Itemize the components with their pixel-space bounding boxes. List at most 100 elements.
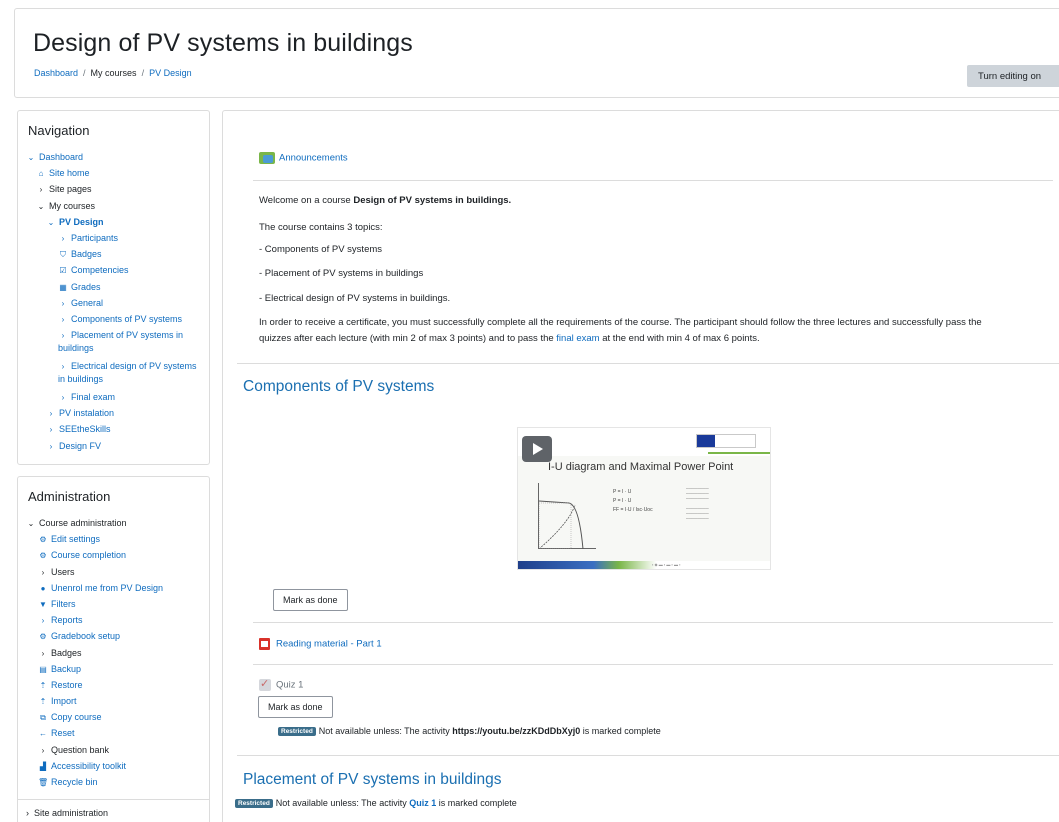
reading-material-activity[interactable]: Reading material - Part 1 xyxy=(259,638,382,650)
quiz-icon xyxy=(259,677,271,691)
gear-icon: ⚙ xyxy=(39,632,47,642)
chevron-right-icon: › xyxy=(39,185,43,195)
chevron-right-icon: › xyxy=(61,362,65,372)
iu-graph-icon xyxy=(538,483,596,549)
breadcrumb-pv-design[interactable]: PV Design xyxy=(149,68,192,78)
section-title-components[interactable]: Components of PV systems xyxy=(243,378,434,396)
divider xyxy=(237,755,1059,756)
turn-editing-on-button[interactable]: Turn editing on xyxy=(967,65,1059,87)
admin-course-completion[interactable]: ⚙ Course completion xyxy=(26,547,203,563)
admin-copy-course[interactable]: ⧉ Copy course xyxy=(26,709,203,725)
restricted-badge: Restricted xyxy=(278,727,316,737)
equations-icon: P = I · UP = I · U FF = I·U / Isc·Uoc xyxy=(613,489,653,513)
nav-dashboard[interactable]: ⌄ Dashboard xyxy=(26,149,203,165)
reading-material-link[interactable]: Reading material - Part 1 xyxy=(276,639,382,650)
summary-topic-3: - Electrical design of PV systems in bui… xyxy=(259,293,451,304)
page-header: Design of PV systems in buildings Dashbo… xyxy=(14,8,1059,98)
admin-users[interactable]: › Users xyxy=(26,564,203,580)
divider xyxy=(253,622,1053,623)
final-exam-link[interactable]: final exam xyxy=(556,333,599,344)
nav-my-courses[interactable]: ⌄ My courses xyxy=(26,198,203,214)
summary-topic-2: - Placement of PV systems in buildings xyxy=(259,268,424,279)
chevron-down-icon: ⌄ xyxy=(37,201,45,211)
navigation-block: Navigation ⌄ Dashboard ⌂ Site home › Site p… xyxy=(17,110,210,465)
pdf-icon xyxy=(259,638,270,650)
admin-recycle-bin[interactable]: 🗑 Recycle bin xyxy=(26,774,203,790)
nav-site-pages[interactable]: › Site pages xyxy=(26,181,203,197)
divider xyxy=(237,363,1059,364)
breadcrumb-dashboard[interactable]: Dashboard xyxy=(34,68,78,78)
summary-topic-1: - Components of PV systems xyxy=(259,244,383,255)
nav-pv-instalation[interactable]: › PV instalation xyxy=(26,405,203,421)
nav-grades[interactable]: ▦ Grades xyxy=(26,279,203,295)
chevron-right-icon: › xyxy=(26,808,29,818)
partner-logos-icon: ▪ ◆ ▬ ▪ ▬ ▪ ▬ ▪ xyxy=(652,562,681,567)
section-restriction: Restricted Not available unless: The acti… xyxy=(235,798,517,809)
course-content: Announcements Welcome on a course Design… xyxy=(222,110,1059,822)
upload-icon: ⇡ xyxy=(39,697,47,707)
admin-reset[interactable]: ← Reset xyxy=(26,725,203,741)
admin-filters[interactable]: ▼ Filters xyxy=(26,596,203,612)
nav-pv-design[interactable]: ⌄ PV Design xyxy=(26,214,203,230)
video-player[interactable]: I-U diagram and Maximal Power Point P = … xyxy=(517,427,771,570)
nav-competencies[interactable]: ☑ Competencies xyxy=(26,262,203,278)
quiz-mark-as-done-button[interactable]: Mark as done xyxy=(258,696,333,718)
admin-import[interactable]: ⇡ Import xyxy=(26,693,203,709)
admin-accessibility-toolkit[interactable]: ▟ Accessibility toolkit xyxy=(26,758,203,774)
nav-seetheskills[interactable]: › SEEtheSkills xyxy=(26,421,203,437)
admin-edit-settings[interactable]: ⚙ Edit settings xyxy=(26,531,203,547)
admin-course-administration[interactable]: ⌄ Course administration xyxy=(26,515,203,531)
admin-gradebook-setup[interactable]: ⚙ Gradebook setup xyxy=(26,628,203,644)
administration-title: Administration xyxy=(28,489,111,504)
filter-icon: ▼ xyxy=(39,599,47,609)
nav-electrical[interactable]: › Electrical design of PV systems in buil… xyxy=(26,358,203,389)
chevron-right-icon: › xyxy=(49,441,53,451)
gear-icon: ⚙ xyxy=(39,551,47,561)
eu-flag-icon xyxy=(696,434,756,448)
admin-reports[interactable]: › Reports xyxy=(26,612,203,628)
admin-backup[interactable]: ▤ Backup xyxy=(26,661,203,677)
chevron-right-icon: › xyxy=(61,331,65,341)
shield-icon: ⛉ xyxy=(60,250,66,260)
section-title-placement[interactable]: Placement of PV systems in buildings xyxy=(243,771,501,789)
play-icon[interactable] xyxy=(522,436,552,462)
chevron-down-icon: ⌄ xyxy=(27,519,35,528)
nav-components[interactable]: › Components of PV systems xyxy=(26,311,203,327)
admin-badges[interactable]: › Badges xyxy=(26,645,203,661)
nav-final-exam[interactable]: › Final exam xyxy=(26,389,203,405)
chart-icon: ▟ xyxy=(39,761,47,771)
arrow-left-icon: ← xyxy=(39,729,47,739)
summary-requirements-1: In order to receive a certificate, you m… xyxy=(259,317,982,328)
restricted-badge: Restricted xyxy=(235,799,273,809)
nav-site-home[interactable]: ⌂ Site home xyxy=(26,165,203,181)
announcements-link[interactable]: Announcements xyxy=(279,153,348,164)
chevron-right-icon: › xyxy=(41,745,45,755)
chevron-right-icon: › xyxy=(61,298,65,308)
chevron-right-icon: › xyxy=(41,567,45,577)
upload-icon: ⇡ xyxy=(39,680,47,690)
chevron-right-icon: › xyxy=(49,425,53,435)
chevron-down-icon: ⌄ xyxy=(27,153,35,162)
page-title: Design of PV systems in buildings xyxy=(33,29,413,57)
divider xyxy=(18,799,209,800)
mark-as-done-button[interactable]: Mark as done xyxy=(273,589,348,611)
admin-unenrol[interactable]: ● Unenrol me from PV Design xyxy=(26,580,203,596)
chevron-right-icon: › xyxy=(41,648,45,658)
admin-question-bank[interactable]: › Question bank xyxy=(26,742,203,758)
nav-design-fv[interactable]: › Design FV xyxy=(26,438,203,454)
user-icon: ● xyxy=(40,583,46,593)
admin-restore[interactable]: ⇡ Restore xyxy=(26,677,203,693)
table-icon: ▦ xyxy=(59,282,67,292)
forum-icon xyxy=(259,152,275,164)
announcements-activity[interactable]: Announcements xyxy=(259,152,348,164)
quiz-1-link[interactable]: Quiz 1 xyxy=(409,798,436,808)
admin-site-administration[interactable]: › Site administration xyxy=(26,808,108,818)
chevron-right-icon: › xyxy=(41,616,45,626)
nav-general[interactable]: › General xyxy=(26,295,203,311)
nav-badges[interactable]: ⛉ Badges xyxy=(26,246,203,262)
nav-participants[interactable]: › Participants xyxy=(26,230,203,246)
nav-placement[interactable]: › Placement of PV systems in buildings xyxy=(26,327,203,358)
quiz-name: Quiz 1 xyxy=(276,679,304,691)
breadcrumb: Dashboard / My courses / PV Design xyxy=(34,68,192,78)
chevron-right-icon: › xyxy=(61,314,65,324)
